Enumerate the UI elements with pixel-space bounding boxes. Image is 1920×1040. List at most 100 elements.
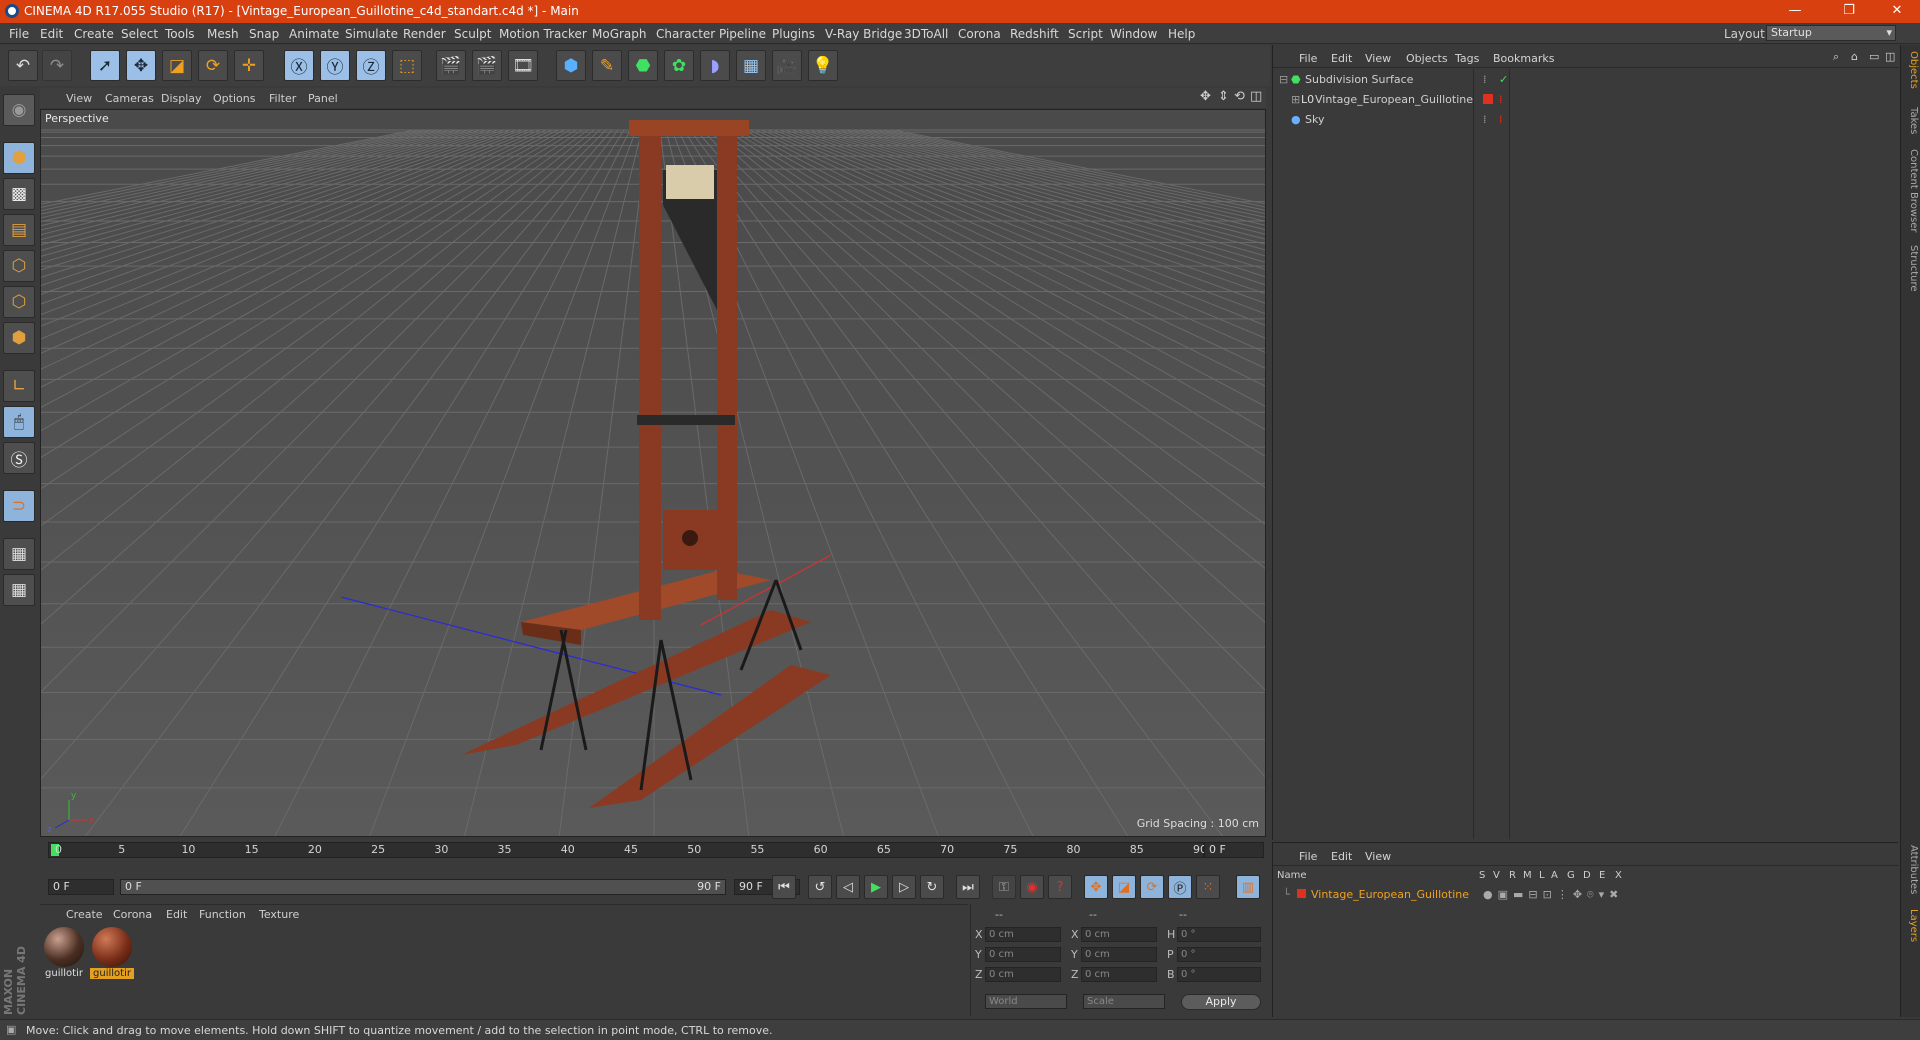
menu-motion-tracker[interactable]: Motion Tracker bbox=[499, 27, 587, 41]
points-mode-button[interactable]: ⬡ bbox=[3, 250, 35, 282]
obj-menu-objects[interactable]: Objects bbox=[1406, 52, 1448, 65]
autokey-button[interactable]: ◉ bbox=[1020, 875, 1044, 899]
y-axis-button[interactable]: Ⓨ bbox=[320, 50, 350, 81]
tweak-mode-button[interactable]: 🖱 bbox=[3, 406, 35, 438]
size-z-field[interactable]: 0 cm bbox=[1081, 967, 1157, 982]
viewport-rotate-icon[interactable]: ⟲ bbox=[1234, 89, 1245, 104]
goto-next-key-button[interactable]: ↻ bbox=[920, 875, 944, 899]
keyframe-selection-button[interactable]: ? bbox=[1048, 875, 1072, 899]
rot-p-field[interactable]: 0 ° bbox=[1177, 947, 1261, 962]
layer-menu-view[interactable]: View bbox=[1365, 850, 1391, 863]
obj-menu-file[interactable]: File bbox=[1299, 52, 1317, 65]
menu-mesh[interactable]: Mesh bbox=[207, 27, 239, 41]
menu-edit[interactable]: Edit bbox=[40, 27, 63, 41]
layer-col-locked[interactable]: L bbox=[1539, 870, 1545, 881]
menu-help[interactable]: Help bbox=[1168, 27, 1195, 41]
menu-3dtoall[interactable]: 3DToAll bbox=[904, 27, 948, 41]
undo-button[interactable]: ↶ bbox=[8, 50, 38, 81]
rot-h-field[interactable]: 0 ° bbox=[1177, 927, 1261, 942]
menu-create[interactable]: Create bbox=[74, 27, 114, 41]
snap-button[interactable]: ⊃ bbox=[3, 490, 35, 522]
menu-mograph[interactable]: MoGraph bbox=[592, 27, 647, 41]
layer-menu-edit[interactable]: Edit bbox=[1331, 850, 1352, 863]
add-cube-button[interactable]: ⬢ bbox=[556, 50, 586, 81]
apply-button[interactable]: Apply bbox=[1181, 994, 1261, 1010]
visibility-dots-icon[interactable]: ⁞ bbox=[1483, 73, 1487, 86]
z-axis-button[interactable]: Ⓩ bbox=[356, 50, 386, 81]
menu-window[interactable]: Window bbox=[1110, 27, 1157, 41]
visibility-dots-icon[interactable]: ⁞ bbox=[1483, 113, 1487, 126]
layer-col-manager[interactable]: M bbox=[1523, 870, 1532, 881]
layer-col-render[interactable]: R bbox=[1509, 870, 1516, 881]
menu-character[interactable]: Character bbox=[656, 27, 715, 41]
add-spline-button[interactable]: ✎ bbox=[592, 50, 622, 81]
menu-file[interactable]: File bbox=[9, 27, 29, 41]
vp-menu-view[interactable]: View bbox=[66, 92, 92, 105]
perspective-viewport[interactable]: y x z Perspective Grid Spacing : 100 cm bbox=[40, 109, 1266, 837]
transform-tool-button[interactable]: ✛ bbox=[234, 50, 264, 81]
new-view-icon[interactable]: ▭ bbox=[1869, 50, 1879, 63]
tab-takes[interactable]: Takes bbox=[1903, 107, 1919, 134]
add-array-button[interactable]: ✿ bbox=[664, 50, 694, 81]
rotate-tool-button[interactable]: ⟳ bbox=[198, 50, 228, 81]
timeline-window-button[interactable]: ▥ bbox=[1236, 875, 1260, 899]
layer-color-swatch[interactable] bbox=[1297, 889, 1306, 898]
home-icon[interactable]: ⌂ bbox=[1851, 50, 1858, 63]
start-frame-field[interactable]: 0 F bbox=[48, 879, 114, 895]
vp-menu-options[interactable]: Options bbox=[213, 92, 255, 105]
visibility-dots-icon[interactable]: ⁞ bbox=[1499, 113, 1503, 126]
viewport-zoom-icon[interactable]: ⇕ bbox=[1218, 89, 1229, 104]
timeline-ruler[interactable]: 0 5 10 15 20 25 30 35 40 45 50 55 60 65 70 75 80 85 90 bbox=[48, 842, 1207, 858]
visibility-dots-icon[interactable]: ⁞ bbox=[1499, 93, 1503, 106]
enabled-check-icon[interactable]: ✓ bbox=[1499, 73, 1508, 86]
vp-menu-filter[interactable]: Filter bbox=[269, 92, 296, 105]
add-deformer-button[interactable]: ◗ bbox=[700, 50, 730, 81]
live-selection-button[interactable]: ➚ bbox=[90, 50, 120, 81]
polygons-mode-button[interactable]: ⬢ bbox=[3, 322, 35, 354]
menu-sculpt[interactable]: Sculpt bbox=[454, 27, 491, 41]
layer-col-xref[interactable]: X bbox=[1615, 870, 1622, 881]
key-pla-button[interactable]: ⁙ bbox=[1196, 875, 1220, 899]
add-light-button[interactable]: 💡 bbox=[808, 50, 838, 81]
menu-render[interactable]: Render bbox=[403, 27, 446, 41]
pos-x-field[interactable]: 0 cm bbox=[985, 927, 1061, 942]
menu-snap[interactable]: Snap bbox=[249, 27, 279, 41]
add-nurbs-button[interactable]: ⬣ bbox=[628, 50, 658, 81]
edges-mode-button[interactable]: ⬡ bbox=[3, 286, 35, 318]
redo-button[interactable]: ↷ bbox=[42, 50, 72, 81]
goto-end-button[interactable]: ⏭ bbox=[956, 875, 980, 899]
goto-start-button[interactable]: ⏮ bbox=[772, 875, 796, 899]
coordinate-system-button[interactable]: ⬚ bbox=[392, 50, 422, 81]
layout-select[interactable]: Startup ▾ bbox=[1766, 25, 1896, 41]
vp-menu-panel[interactable]: Panel bbox=[308, 92, 338, 105]
goto-prev-key-button[interactable]: ↺ bbox=[808, 875, 832, 899]
close-button[interactable]: ✕ bbox=[1880, 2, 1914, 20]
mat-menu-corona[interactable]: Corona bbox=[113, 908, 152, 921]
layer-color-swatch[interactable] bbox=[1483, 94, 1493, 104]
mat-menu-edit[interactable]: Edit bbox=[166, 908, 187, 921]
tab-attributes[interactable]: Attributes bbox=[1903, 845, 1919, 894]
mat-menu-create[interactable]: Create bbox=[66, 908, 103, 921]
layer-menu-file[interactable]: File bbox=[1299, 850, 1317, 863]
render-view-button[interactable]: 🎬 bbox=[436, 50, 466, 81]
add-scene-button[interactable]: ▦ bbox=[736, 50, 766, 81]
key-scale-button[interactable]: ◪ bbox=[1112, 875, 1136, 899]
frame-range-slider[interactable]: 0 F 90 F bbox=[120, 879, 726, 895]
mat-menu-texture[interactable]: Texture bbox=[259, 908, 299, 921]
search-icon[interactable]: ⌕ bbox=[1833, 50, 1839, 64]
expand-icon[interactable]: ⊞ bbox=[1291, 93, 1300, 106]
mat-menu-function[interactable]: Function bbox=[199, 908, 246, 921]
panel-menu-icon[interactable]: ◫ bbox=[1885, 50, 1895, 63]
menu-vray-bridge[interactable]: V-Ray Bridge bbox=[825, 27, 902, 41]
obj-menu-bookmarks[interactable]: Bookmarks bbox=[1493, 52, 1554, 65]
workplane-lock-button[interactable]: ▦ bbox=[3, 538, 35, 570]
menu-script[interactable]: Script bbox=[1068, 27, 1103, 41]
layer-col-expressions[interactable]: E bbox=[1599, 870, 1605, 881]
tab-content-browser[interactable]: Content Browser bbox=[1903, 149, 1919, 232]
object-row-subdivision-surface[interactable]: ⊟ ⬣ Subdivision Surface ⁞ ✓ bbox=[1277, 70, 1891, 89]
size-x-field[interactable]: 0 cm bbox=[1081, 927, 1157, 942]
play-button[interactable]: ▶ bbox=[864, 875, 888, 899]
vp-menu-display[interactable]: Display bbox=[161, 92, 202, 105]
key-parameter-button[interactable]: Ⓟ bbox=[1168, 875, 1192, 899]
scale-tool-button[interactable]: ◪ bbox=[162, 50, 192, 81]
